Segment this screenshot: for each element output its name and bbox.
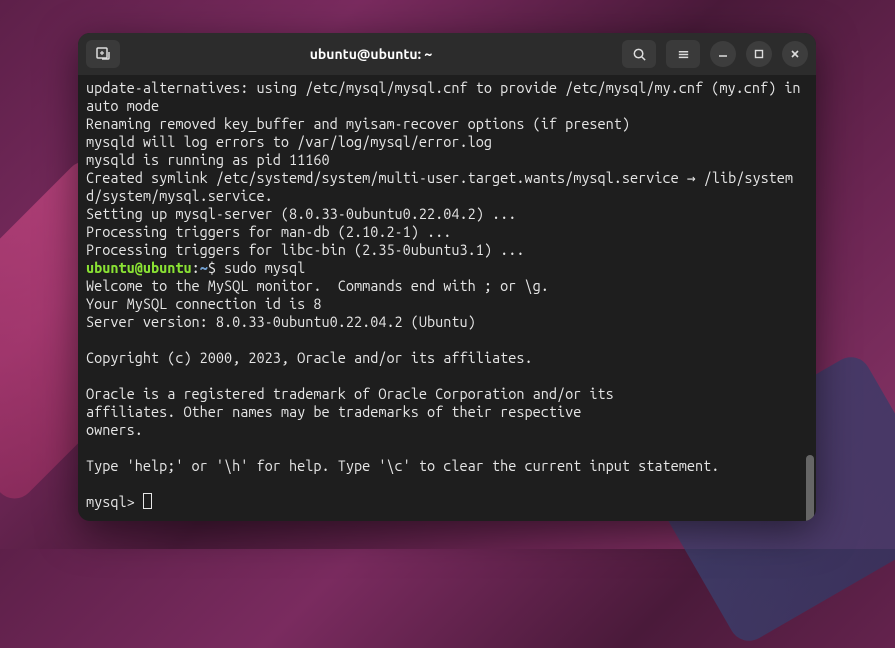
output-line: mysqld will log errors to /var/log/mysql…: [86, 133, 492, 150]
output-line: Your MySQL connection id is 8: [86, 295, 321, 312]
menu-button[interactable]: [666, 40, 700, 68]
prompt-path: ~: [200, 259, 208, 276]
output-line: mysqld is running as pid 11160: [86, 151, 330, 168]
mysql-prompt: mysql>: [86, 493, 143, 510]
output-line: Processing triggers for man-db (2.10.2-1…: [86, 223, 451, 240]
maximize-button[interactable]: [746, 41, 772, 67]
output-line: Setting up mysql-server (8.0.33-0ubuntu0…: [86, 205, 516, 222]
scrollbar[interactable]: [806, 455, 814, 521]
new-tab-button[interactable]: [86, 40, 120, 68]
output-line: Welcome to the MySQL monitor. Commands e…: [86, 277, 549, 294]
output-line: Oracle is a registered trademark of Orac…: [86, 385, 614, 402]
prompt-colon: :: [192, 259, 200, 276]
search-button[interactable]: [622, 40, 656, 68]
output-line: Server version: 8.0.33-0ubuntu0.22.04.2 …: [86, 313, 476, 330]
output-line: affiliates. Other names may be trademark…: [86, 403, 581, 420]
terminal-content[interactable]: update-alternatives: using /etc/mysql/my…: [78, 75, 816, 521]
output-line: Type 'help;' or '\h' for help. Type '\c'…: [86, 457, 719, 474]
minimize-button[interactable]: [710, 41, 736, 67]
cursor: [143, 493, 152, 509]
prompt-user-host: ubuntu@ubuntu: [86, 259, 192, 276]
output-line: Renaming removed key_buffer and myisam-r…: [86, 115, 630, 132]
command-text: sudo mysql: [216, 259, 305, 276]
output-line: update-alternatives: using /etc/mysql/my…: [86, 79, 809, 114]
terminal-window: ubuntu@ubuntu: ~: [78, 33, 816, 521]
output-line: Created symlink /etc/systemd/system/mult…: [86, 169, 793, 204]
close-button[interactable]: [782, 41, 808, 67]
output-line: Processing triggers for libc-bin (2.35-0…: [86, 241, 524, 258]
titlebar[interactable]: ubuntu@ubuntu: ~: [78, 33, 816, 75]
window-title: ubuntu@ubuntu: ~: [120, 46, 622, 62]
output-line: Copyright (c) 2000, 2023, Oracle and/or …: [86, 349, 533, 366]
prompt-dollar: $: [208, 259, 216, 276]
output-line: owners.: [86, 421, 143, 438]
